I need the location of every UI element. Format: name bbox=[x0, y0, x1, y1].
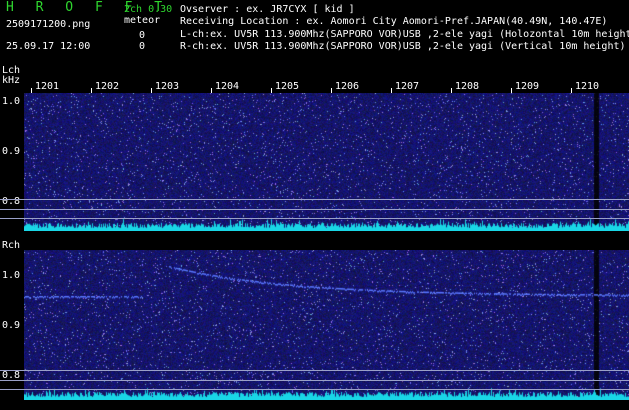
time-label: 1206 bbox=[335, 81, 360, 92]
lch-ref-line-3 bbox=[0, 218, 629, 219]
filename-label: 2509171200.png bbox=[6, 19, 91, 30]
lch-ref-line-2 bbox=[0, 209, 629, 210]
observer-info: Ovserver : ex. JR7CYX [ kid ] bbox=[180, 4, 355, 15]
rch-ref-line-3 bbox=[0, 389, 629, 390]
rch-label: Rch bbox=[2, 240, 21, 251]
version-label: 2ch 0.30 bbox=[124, 4, 173, 15]
time-label: 1210 bbox=[575, 81, 600, 92]
datetime-label: 25.09.17 12:00 bbox=[6, 41, 91, 52]
rch-tick-2: 0.9 bbox=[2, 320, 21, 331]
time-label: 1205 bbox=[275, 81, 300, 92]
lch-spectrogram bbox=[24, 93, 629, 231]
rch-ref-line-2 bbox=[0, 380, 629, 381]
lch-tick-1: 1.0 bbox=[2, 96, 21, 107]
time-label: 1202 bbox=[95, 81, 120, 92]
lch-ref-line-1 bbox=[0, 199, 629, 200]
rch-info: R-ch:ex. UV5R 113.900Mhz(SAPPORO VOR)USB… bbox=[180, 41, 626, 52]
rch-tick-1: 1.0 bbox=[2, 270, 21, 281]
rch-ref-line-1 bbox=[0, 370, 629, 371]
time-label: 1208 bbox=[455, 81, 480, 92]
location-info: Receiving Location : ex. Aomori City Aom… bbox=[180, 16, 608, 27]
lch-info: L-ch:ex. UV5R 113.900Mhz(SAPPORO VOR)USB… bbox=[180, 29, 629, 40]
time-label: 1203 bbox=[155, 81, 180, 92]
time-label: 1209 bbox=[515, 81, 540, 92]
meteor-label: meteor bbox=[124, 15, 161, 26]
time-label: 1207 bbox=[395, 81, 420, 92]
meteor-count-lch: 0 bbox=[139, 30, 146, 41]
lch-tick-2: 0.9 bbox=[2, 146, 21, 157]
meteor-count-rch: 0 bbox=[139, 41, 146, 52]
time-label: 1204 bbox=[215, 81, 240, 92]
lch-unit: kHz bbox=[2, 75, 21, 86]
time-label: 1201 bbox=[35, 81, 60, 92]
rch-spectrogram bbox=[24, 250, 629, 400]
